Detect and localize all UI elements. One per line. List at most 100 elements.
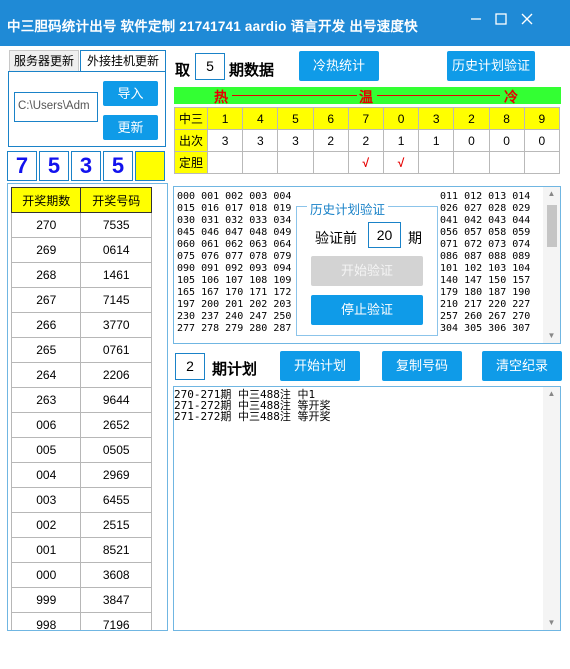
heat-line-right [377,95,500,96]
history-row[interactable]: 001 8521 [10,537,152,563]
verify-period-label: 期 [408,230,422,246]
history-row[interactable]: 998 7196 [10,612,152,630]
history-period-cell: 268 [10,262,82,288]
history-row[interactable]: 999 3847 [10,587,152,613]
window-title: 中三胆码统计出号 软件定制 21741741 aardio 语言开发 出号速度快 [7,19,418,34]
history-row[interactable]: 265 0761 [10,337,152,363]
history-header-period: 开奖期数 [10,187,82,213]
take-periods-input[interactable]: 5 [195,53,225,80]
history-row[interactable]: 006 2652 [10,412,152,438]
stats-row-0: 中三 1 4 5 6 7 0 3 2 8 9 [174,107,561,130]
number-line: 210 217 220 227 [440,299,531,310]
history-row[interactable]: 263 9644 [10,387,152,413]
history-period-cell: 000 [10,562,82,588]
stats-cell-marks: √ [382,151,420,174]
tab-external-update[interactable]: 外接挂机更新 [80,50,166,72]
history-row[interactable]: 264 2206 [10,362,152,388]
stats-row-label: 出次 [174,129,208,152]
history-number-cell: 3770 [80,312,152,338]
number-line: 086 087 088 089 [440,251,531,262]
update-button[interactable]: 更新 [103,115,158,140]
history-table: 开奖期数 开奖号码 270 7535 269 0614 268 1461 267 7145 26… [10,187,152,630]
history-row[interactable]: 002 2515 [10,512,152,538]
number-line: 304 305 306 307 [440,323,531,334]
history-period-cell: 264 [10,362,82,388]
minimize-icon[interactable] [466,12,486,32]
plan-periods-input[interactable]: 2 [175,353,205,380]
plan-log-panel[interactable]: 270-271期 中三488注 中1 271-272期 中三488注 等开奖 271… [173,386,561,631]
history-number-cell: 8521 [80,537,152,563]
number-line: 045 046 047 048 049 [177,227,292,238]
stats-cell-marks: √ [347,151,384,174]
history-number-cell: 1461 [80,262,152,288]
history-verify-button[interactable]: 历史计划验证 [447,51,535,81]
history-row[interactable]: 267 7145 [10,287,152,313]
number-line: 105 106 107 108 109 [177,275,292,286]
number-line: 011 012 013 014 [440,191,531,202]
stats-row-2: 定胆 √ √ [174,151,561,174]
log-scroll-down-icon[interactable]: ▼ [543,616,560,630]
copy-numbers-button[interactable]: 复制号码 [382,351,462,381]
tab-server-update[interactable]: 服务器更新 [9,50,79,72]
clear-records-button[interactable]: 清空纪录 [482,351,562,381]
heat-warm-label: 温 [359,89,373,105]
stats-cell-marks [453,151,490,174]
start-plan-button[interactable]: 开始计划 [280,351,360,381]
history-number-cell: 7535 [80,212,152,238]
history-row[interactable]: 005 0505 [10,437,152,463]
stats-cell-marks [277,151,314,174]
history-row[interactable]: 269 0614 [10,237,152,263]
history-number-cell: 2969 [80,462,152,488]
hot-cold-stats-button[interactable]: 冷热统计 [299,51,379,81]
number-line: 277 278 279 280 287 [177,323,292,334]
stats-cell-counts: 2 [347,129,384,152]
history-period-cell: 002 [10,512,82,538]
history-row[interactable]: 266 3770 [10,312,152,338]
heat-line-left [232,95,357,96]
stats-cell-digits: 4 [242,107,279,130]
stats-cell-marks [242,151,279,174]
log-line: 271-272期 中三488注 等开奖 [174,410,331,423]
verify-dialog: 历史计划验证 验证前 20 期 开始验证 停止验证 [296,199,438,336]
import-button[interactable]: 导入 [103,81,158,106]
history-period-cell: 269 [10,237,82,263]
history-row[interactable]: 003 6455 [10,487,152,513]
path-input[interactable]: C:\Users\Adm [14,92,98,122]
stats-cell-counts: 2 [312,129,349,152]
log-scroll-up-icon[interactable]: ▲ [543,387,560,401]
stats-cell-digits: 5 [277,107,314,130]
maximize-icon[interactable] [491,12,511,32]
take-label: 取 [175,62,191,79]
stats-cell-marks [488,151,525,174]
history-number-cell: 0614 [80,237,152,263]
scroll-thumb[interactable] [547,205,557,247]
number-list-scrollbar[interactable]: ▲ ▼ [543,187,560,343]
verify-before-label: 验证前 [315,230,357,246]
start-verify-button[interactable]: 开始验证 [311,256,423,286]
history-row[interactable]: 000 3608 [10,562,152,588]
digit-box-2: 5 [39,151,69,181]
heat-cold-label: 冷 [504,89,518,105]
number-line: 030 031 032 033 034 [177,215,292,226]
number-line: 090 091 092 093 094 [177,263,292,274]
scroll-up-icon[interactable]: ▲ [543,187,560,201]
history-period-cell: 004 [10,462,82,488]
stats-row-1: 出次 3 3 3 2 2 1 1 0 0 0 [174,129,561,152]
title-bar: 中三胆码统计出号 软件定制 21741741 aardio 语言开发 出号速度快 [0,0,570,46]
stats-cell-digits: 9 [523,107,561,130]
history-row[interactable]: 268 1461 [10,262,152,288]
digit-box-1: 7 [7,151,37,181]
history-row[interactable]: 004 2969 [10,462,152,488]
number-line: 026 027 028 029 [440,203,531,214]
history-period-cell: 266 [10,312,82,338]
stop-verify-button[interactable]: 停止验证 [311,295,423,325]
verify-periods-input[interactable]: 20 [368,222,401,248]
history-row[interactable]: 270 7535 [10,212,152,238]
scroll-down-icon[interactable]: ▼ [543,329,560,343]
log-scrollbar[interactable]: ▲ ▼ [543,387,560,630]
plan-log-text: 270-271期 中三488注 中1 271-272期 中三488注 等开奖 271… [174,389,330,422]
stats-cell-digits: 0 [382,107,420,130]
close-icon[interactable] [517,12,537,32]
history-period-cell: 999 [10,587,82,613]
history-period-cell: 003 [10,487,82,513]
